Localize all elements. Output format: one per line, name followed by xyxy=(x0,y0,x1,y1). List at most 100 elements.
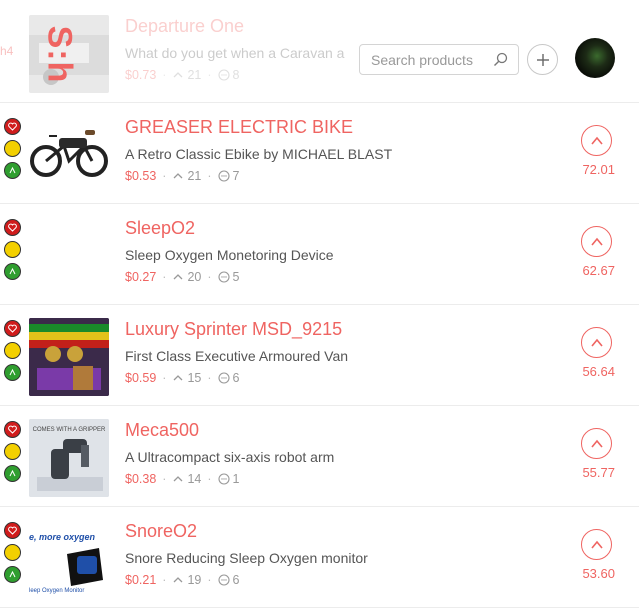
separator-dot: · xyxy=(207,270,212,284)
yellow-light-icon[interactable] xyxy=(4,544,21,561)
upvote-count-icon xyxy=(173,72,183,78)
traffic-lights xyxy=(4,522,24,588)
comment-count: 8 xyxy=(232,68,240,82)
product-row[interactable]: COMES WITH A GRIPPER Meca500 A Ultracomp… xyxy=(0,406,639,507)
comment-count: 6 xyxy=(232,371,240,385)
product-price: $0.27 xyxy=(125,270,157,284)
site-logo[interactable]: S:h xyxy=(39,26,78,84)
traffic-lights xyxy=(4,320,24,386)
upvote-button[interactable] xyxy=(581,529,612,560)
upvote-count: 14 xyxy=(187,472,202,486)
separator-dot: · xyxy=(162,371,167,385)
product-tagline: Snore Reducing Sleep Oxygen monitor xyxy=(125,550,368,566)
traffic-lights xyxy=(4,421,24,487)
product-price: $0.73 xyxy=(125,68,157,82)
product-meta: $0.53 · 21 · 7 xyxy=(125,169,239,183)
yellow-light-icon[interactable] xyxy=(4,140,21,157)
product-price: $0.21 xyxy=(125,573,157,587)
product-row[interactable]: Luxury Sprinter MSD_9215 First Class Exe… xyxy=(0,305,639,406)
product-tagline: A Ultracompact six-axis robot arm xyxy=(125,449,335,465)
product-price: $0.59 xyxy=(125,371,157,385)
search-icon[interactable] xyxy=(493,52,508,67)
upvote-button[interactable] xyxy=(581,226,612,257)
green-light-icon[interactable] xyxy=(4,364,21,381)
product-price: $0.53 xyxy=(125,169,157,183)
green-light-icon[interactable] xyxy=(4,263,21,280)
product-meta: $0.59 · 15 · 6 xyxy=(125,371,239,385)
comment-icon xyxy=(217,574,230,586)
product-thumbnail[interactable]: COMES WITH A GRIPPER xyxy=(29,419,109,497)
product-meta: $0.27 · 20 · 5 xyxy=(125,270,239,284)
upvote-button[interactable] xyxy=(581,125,612,156)
red-light-icon[interactable] xyxy=(4,522,21,539)
red-light-icon[interactable] xyxy=(4,219,21,236)
product-score: 56.64 xyxy=(582,364,615,379)
comment-count: 5 xyxy=(232,270,240,284)
thumbnail-caption: COMES WITH A GRIPPER xyxy=(33,427,106,433)
separator-dot: · xyxy=(162,270,167,284)
comment-icon xyxy=(217,170,230,182)
separator-dot: · xyxy=(207,169,212,183)
comment-count: 6 xyxy=(232,573,240,587)
comment-icon xyxy=(217,473,230,485)
upvote-count-icon xyxy=(173,274,183,280)
comment-icon xyxy=(217,271,230,283)
separator-dot: · xyxy=(162,68,167,82)
comment-count: 1 xyxy=(232,472,240,486)
product-score: 62.67 xyxy=(582,263,615,278)
chevron-up-icon xyxy=(590,136,603,145)
search-box[interactable] xyxy=(359,44,519,75)
upvote-button[interactable] xyxy=(581,428,612,459)
product-title[interactable]: Departure One xyxy=(125,16,244,37)
product-thumbnail[interactable] xyxy=(29,116,109,194)
green-light-icon[interactable] xyxy=(4,162,21,179)
product-score: 53.60 xyxy=(582,566,615,581)
product-thumbnail[interactable]: e, more oxygen leep Oxygen Monitor xyxy=(29,520,109,598)
red-light-icon[interactable] xyxy=(4,118,21,135)
thumbnail-caption-top: e, more oxygen xyxy=(29,532,96,542)
chevron-up-icon xyxy=(590,338,603,347)
red-light-icon[interactable] xyxy=(4,320,21,337)
traffic-lights xyxy=(4,118,24,184)
upvote-count: 20 xyxy=(187,270,202,284)
product-title[interactable]: SleepO2 xyxy=(125,218,195,239)
avatar[interactable] xyxy=(575,38,615,78)
upvote-count-icon xyxy=(173,173,183,179)
thumbnail-caption-bottom: leep Oxygen Monitor xyxy=(29,588,84,594)
separator-dot: · xyxy=(207,573,212,587)
product-meta: $0.73 · 21 · 8 xyxy=(125,68,239,82)
product-title[interactable]: SnoreO2 xyxy=(125,521,197,542)
product-list: Departure One What do you get when a Car… xyxy=(0,0,639,608)
separator-dot: · xyxy=(207,371,212,385)
product-tagline: A Retro Classic Ebike by MICHAEL BLAST xyxy=(125,146,393,162)
product-thumbnail[interactable] xyxy=(29,318,109,396)
yellow-light-icon[interactable] xyxy=(4,241,21,258)
chevron-up-icon xyxy=(590,439,603,448)
chevron-up-icon xyxy=(590,237,603,246)
search-input[interactable] xyxy=(360,45,495,74)
product-title[interactable]: GREASER ELECTRIC BIKE xyxy=(125,117,353,138)
separator-dot: · xyxy=(207,68,212,82)
comment-icon xyxy=(217,372,230,384)
separator-dot: · xyxy=(162,573,167,587)
yellow-light-icon[interactable] xyxy=(4,443,21,460)
product-title[interactable]: Meca500 xyxy=(125,420,199,441)
separator-dot: · xyxy=(162,472,167,486)
product-tagline: First Class Executive Armoured Van xyxy=(125,348,349,364)
upvote-count: 15 xyxy=(187,371,202,385)
green-light-icon[interactable] xyxy=(4,465,21,482)
red-light-icon[interactable] xyxy=(4,421,21,438)
green-light-icon[interactable] xyxy=(4,566,21,583)
product-tagline: Sleep Oxygen Monetoring Device xyxy=(125,247,334,263)
chevron-up-icon xyxy=(590,540,603,549)
product-meta: $0.38 · 14 · 1 xyxy=(125,472,239,486)
product-score: 55.77 xyxy=(582,465,615,480)
yellow-light-icon[interactable] xyxy=(4,342,21,359)
upvote-button[interactable] xyxy=(581,327,612,358)
product-row[interactable]: SleepO2 Sleep Oxygen Monetoring Device $… xyxy=(0,204,639,305)
add-product-button[interactable] xyxy=(527,44,558,75)
product-row[interactable]: GREASER ELECTRIC BIKE A Retro Classic Eb… xyxy=(0,103,639,204)
upvote-count: 21 xyxy=(187,68,202,82)
plus-icon xyxy=(536,53,549,66)
product-title[interactable]: Luxury Sprinter MSD_9215 xyxy=(125,319,342,340)
